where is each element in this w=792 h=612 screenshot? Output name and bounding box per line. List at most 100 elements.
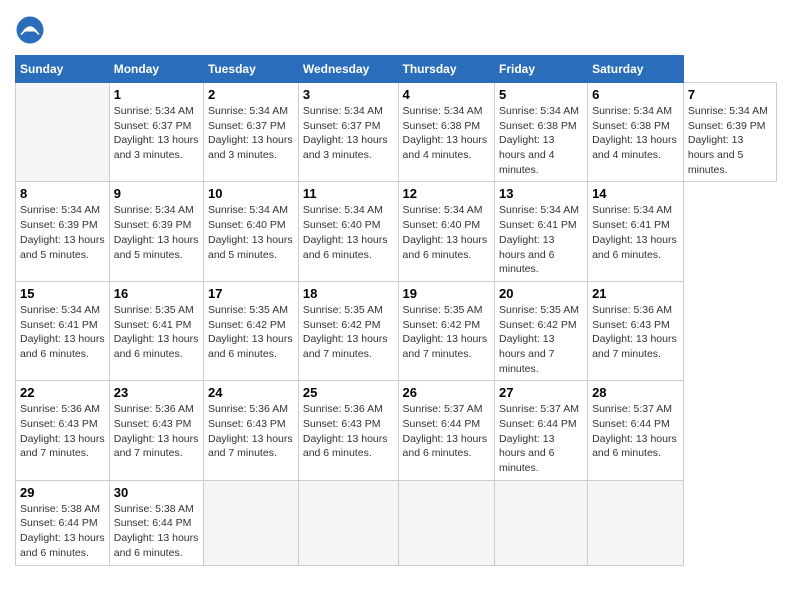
calendar-cell <box>298 480 398 565</box>
day-info: Sunrise: 5:37 AMSunset: 6:44 PMDaylight:… <box>592 402 679 461</box>
header-row: SundayMondayTuesdayWednesdayThursdayFrid… <box>16 56 777 83</box>
day-info: Sunrise: 5:36 AMSunset: 6:43 PMDaylight:… <box>592 303 679 362</box>
day-number: 30 <box>114 485 199 500</box>
day-number: 1 <box>114 87 199 102</box>
calendar-cell: 22 Sunrise: 5:36 AMSunset: 6:43 PMDayligh… <box>16 381 110 480</box>
week-row-3: 15 Sunrise: 5:34 AMSunset: 6:41 PMDayligh… <box>16 281 777 380</box>
day-number: 11 <box>303 186 394 201</box>
calendar-cell: 18 Sunrise: 5:35 AMSunset: 6:42 PMDayligh… <box>298 281 398 380</box>
day-info: Sunrise: 5:38 AMSunset: 6:44 PMDaylight:… <box>114 502 199 561</box>
day-number: 28 <box>592 385 679 400</box>
calendar-cell: 2 Sunrise: 5:34 AMSunset: 6:37 PMDaylight… <box>203 83 298 182</box>
calendar-cell: 24 Sunrise: 5:36 AMSunset: 6:43 PMDayligh… <box>203 381 298 480</box>
logo-icon <box>15 15 45 45</box>
day-info: Sunrise: 5:36 AMSunset: 6:43 PMDaylight:… <box>303 402 394 461</box>
day-info: Sunrise: 5:36 AMSunset: 6:43 PMDaylight:… <box>20 402 105 461</box>
calendar-cell <box>588 480 684 565</box>
calendar-cell: 26 Sunrise: 5:37 AMSunset: 6:44 PMDayligh… <box>398 381 494 480</box>
calendar-cell: 16 Sunrise: 5:35 AMSunset: 6:41 PMDayligh… <box>109 281 203 380</box>
day-number: 20 <box>499 286 583 301</box>
day-info: Sunrise: 5:36 AMSunset: 6:43 PMDaylight:… <box>114 402 199 461</box>
day-info: Sunrise: 5:34 AMSunset: 6:41 PMDaylight:… <box>499 203 583 276</box>
calendar-cell: 1 Sunrise: 5:34 AMSunset: 6:37 PMDaylight… <box>109 83 203 182</box>
day-number: 5 <box>499 87 583 102</box>
day-number: 16 <box>114 286 199 301</box>
calendar-cell <box>16 83 110 182</box>
column-header-tuesday: Tuesday <box>203 56 298 83</box>
calendar-cell: 13 Sunrise: 5:34 AMSunset: 6:41 PMDayligh… <box>494 182 587 281</box>
day-info: Sunrise: 5:37 AMSunset: 6:44 PMDaylight:… <box>403 402 490 461</box>
calendar-cell: 15 Sunrise: 5:34 AMSunset: 6:41 PMDayligh… <box>16 281 110 380</box>
day-number: 9 <box>114 186 199 201</box>
day-number: 18 <box>303 286 394 301</box>
day-info: Sunrise: 5:34 AMSunset: 6:37 PMDaylight:… <box>208 104 294 163</box>
day-number: 24 <box>208 385 294 400</box>
day-number: 7 <box>688 87 772 102</box>
header <box>15 15 777 45</box>
day-info: Sunrise: 5:34 AMSunset: 6:40 PMDaylight:… <box>303 203 394 262</box>
calendar-cell: 27 Sunrise: 5:37 AMSunset: 6:44 PMDayligh… <box>494 381 587 480</box>
calendar-cell: 20 Sunrise: 5:35 AMSunset: 6:42 PMDayligh… <box>494 281 587 380</box>
day-number: 27 <box>499 385 583 400</box>
day-info: Sunrise: 5:36 AMSunset: 6:43 PMDaylight:… <box>208 402 294 461</box>
day-info: Sunrise: 5:34 AMSunset: 6:38 PMDaylight:… <box>592 104 679 163</box>
column-header-thursday: Thursday <box>398 56 494 83</box>
week-row-2: 8Sunrise: 5:34 AMSunset: 6:39 PMDaylight… <box>16 182 777 281</box>
column-header-saturday: Saturday <box>588 56 684 83</box>
day-number: 17 <box>208 286 294 301</box>
calendar-cell <box>203 480 298 565</box>
week-row-1: 1 Sunrise: 5:34 AMSunset: 6:37 PMDaylight… <box>16 83 777 182</box>
day-number: 13 <box>499 186 583 201</box>
day-number: 2 <box>208 87 294 102</box>
day-number: 15 <box>20 286 105 301</box>
calendar-cell: 9 Sunrise: 5:34 AMSunset: 6:39 PMDaylight… <box>109 182 203 281</box>
calendar-cell: 19Sunrise: 5:35 AMSunset: 6:42 PMDayligh… <box>398 281 494 380</box>
day-info: Sunrise: 5:34 AMSunset: 6:37 PMDaylight:… <box>114 104 199 163</box>
day-info: Sunrise: 5:35 AMSunset: 6:42 PMDaylight:… <box>208 303 294 362</box>
calendar-cell: 29Sunrise: 5:38 AMSunset: 6:44 PMDayligh… <box>16 480 110 565</box>
calendar-cell: 21 Sunrise: 5:36 AMSunset: 6:43 PMDayligh… <box>588 281 684 380</box>
day-number: 26 <box>403 385 490 400</box>
day-info: Sunrise: 5:34 AMSunset: 6:37 PMDaylight:… <box>303 104 394 163</box>
day-info: Sunrise: 5:35 AMSunset: 6:42 PMDaylight:… <box>499 303 583 376</box>
day-info: Sunrise: 5:35 AMSunset: 6:42 PMDaylight:… <box>303 303 394 362</box>
calendar-header: SundayMondayTuesdayWednesdayThursdayFrid… <box>16 56 777 83</box>
calendar-body: 1 Sunrise: 5:34 AMSunset: 6:37 PMDaylight… <box>16 83 777 566</box>
day-number: 6 <box>592 87 679 102</box>
day-number: 10 <box>208 186 294 201</box>
day-number: 21 <box>592 286 679 301</box>
calendar-cell: 12Sunrise: 5:34 AMSunset: 6:40 PMDayligh… <box>398 182 494 281</box>
day-number: 3 <box>303 87 394 102</box>
day-info: Sunrise: 5:34 AMSunset: 6:41 PMDaylight:… <box>592 203 679 262</box>
calendar-cell: 11 Sunrise: 5:34 AMSunset: 6:40 PMDayligh… <box>298 182 398 281</box>
day-info: Sunrise: 5:34 AMSunset: 6:41 PMDaylight:… <box>20 303 105 362</box>
column-header-friday: Friday <box>494 56 587 83</box>
calendar-cell: 23 Sunrise: 5:36 AMSunset: 6:43 PMDayligh… <box>109 381 203 480</box>
day-number: 25 <box>303 385 394 400</box>
day-number: 4 <box>403 87 490 102</box>
day-info: Sunrise: 5:35 AMSunset: 6:41 PMDaylight:… <box>114 303 199 362</box>
calendar-cell: 6 Sunrise: 5:34 AMSunset: 6:38 PMDaylight… <box>588 83 684 182</box>
column-header-wednesday: Wednesday <box>298 56 398 83</box>
calendar-cell: 3 Sunrise: 5:34 AMSunset: 6:37 PMDaylight… <box>298 83 398 182</box>
day-number: 14 <box>592 186 679 201</box>
day-info: Sunrise: 5:34 AMSunset: 6:39 PMDaylight:… <box>688 104 772 177</box>
day-number: 12 <box>403 186 490 201</box>
day-info: Sunrise: 5:37 AMSunset: 6:44 PMDaylight:… <box>499 402 583 475</box>
calendar-cell: 28 Sunrise: 5:37 AMSunset: 6:44 PMDayligh… <box>588 381 684 480</box>
column-header-sunday: Sunday <box>16 56 110 83</box>
calendar-cell: 14 Sunrise: 5:34 AMSunset: 6:41 PMDayligh… <box>588 182 684 281</box>
day-number: 23 <box>114 385 199 400</box>
day-info: Sunrise: 5:34 AMSunset: 6:39 PMDaylight:… <box>114 203 199 262</box>
day-info: Sunrise: 5:34 AMSunset: 6:39 PMDaylight:… <box>20 203 105 262</box>
calendar-table: SundayMondayTuesdayWednesdayThursdayFrid… <box>15 55 777 566</box>
day-number: 22 <box>20 385 105 400</box>
day-info: Sunrise: 5:34 AMSunset: 6:38 PMDaylight:… <box>499 104 583 177</box>
logo <box>15 15 49 45</box>
calendar-cell: 25 Sunrise: 5:36 AMSunset: 6:43 PMDayligh… <box>298 381 398 480</box>
calendar-cell: 30 Sunrise: 5:38 AMSunset: 6:44 PMDayligh… <box>109 480 203 565</box>
day-info: Sunrise: 5:38 AMSunset: 6:44 PMDaylight:… <box>20 502 105 561</box>
column-header-monday: Monday <box>109 56 203 83</box>
calendar-cell <box>398 480 494 565</box>
week-row-5: 29Sunrise: 5:38 AMSunset: 6:44 PMDayligh… <box>16 480 777 565</box>
